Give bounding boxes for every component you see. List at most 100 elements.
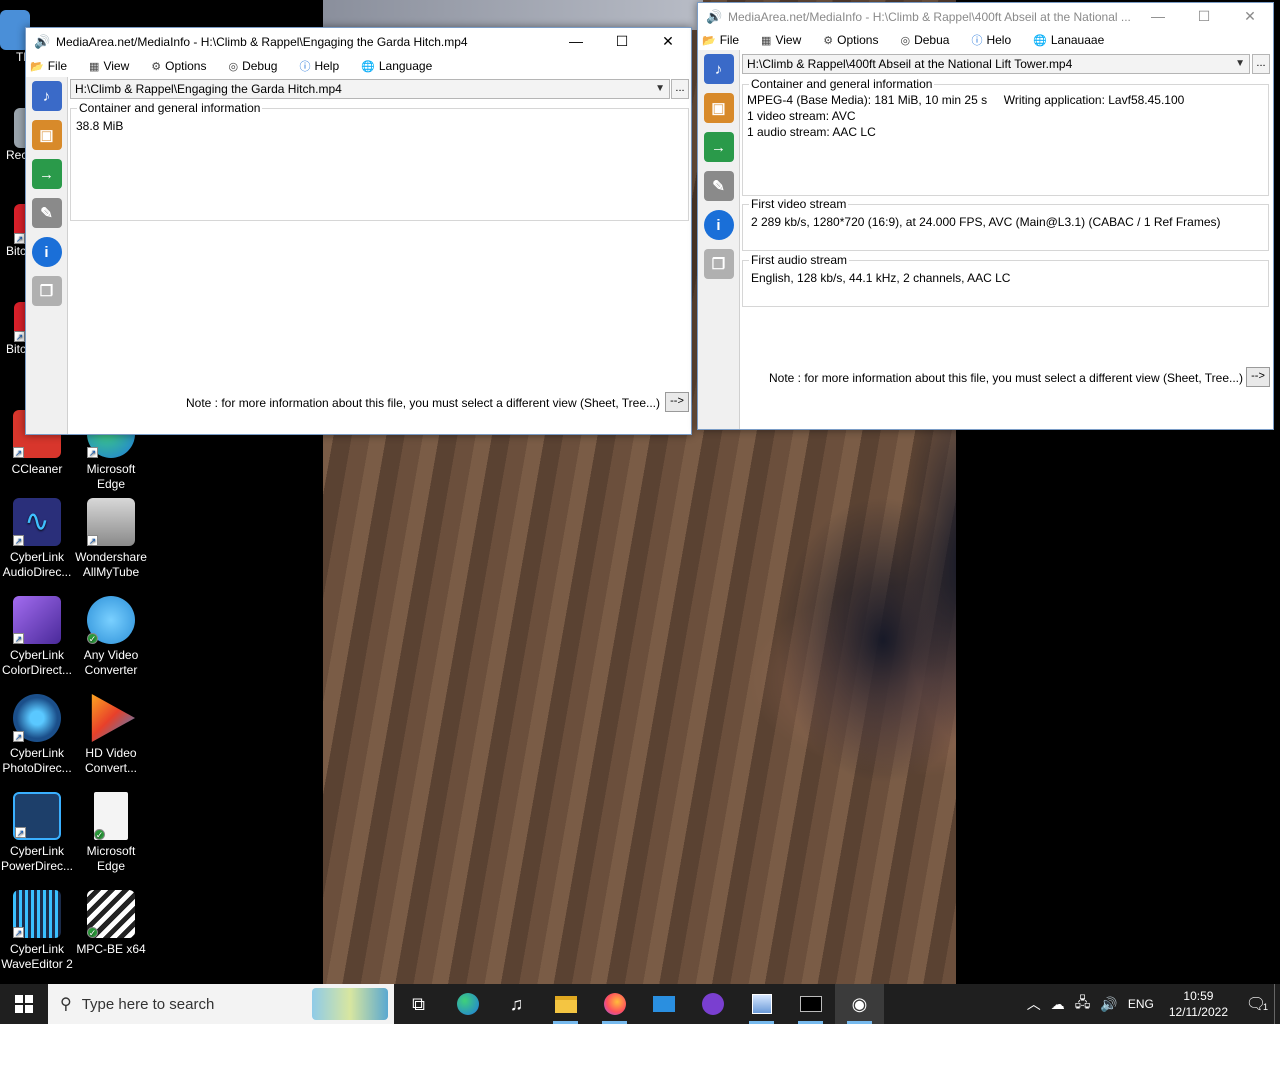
window-title: MediaArea.net/MediaInfo - H:\Climb & Rap… xyxy=(728,9,1131,24)
firefox-icon[interactable] xyxy=(590,984,639,1024)
show-desktop-button[interactable] xyxy=(1274,984,1280,1024)
open-folder-icon[interactable]: ▣ xyxy=(31,120,62,150)
general-info-title: Container and general information xyxy=(77,101,263,115)
more-button[interactable]: ... xyxy=(671,79,689,99)
desktop-icon-mpc-be[interactable]: ✓ MPC-BE x64 xyxy=(74,890,148,957)
knowledge-base-icon[interactable]: ❐ xyxy=(703,249,734,279)
terminal-icon[interactable] xyxy=(786,984,835,1024)
mediainfo-icon[interactable]: ◉ xyxy=(835,984,884,1024)
desktop-icon-colordirector[interactable]: ↗ CyberLink ColorDirect... xyxy=(0,596,74,678)
allmytube-icon: ↗ xyxy=(87,498,135,546)
notification-center-icon[interactable]: 🗨 1 xyxy=(1238,994,1274,1014)
menu-debug[interactable]: ◎ Debua xyxy=(900,33,949,47)
notification-count: 1 xyxy=(1262,1002,1268,1012)
open-folder-icon[interactable]: ▣ xyxy=(703,93,734,123)
clock[interactable]: 10:59 12/11/2022 xyxy=(1169,988,1228,1020)
photodirector-icon: ↗ xyxy=(13,694,61,742)
mediainfo-window-2[interactable]: 🔊 MediaArea.net/MediaInfo - H:\Climb & R… xyxy=(697,2,1274,430)
menu-file[interactable]: 📂 File xyxy=(702,33,739,47)
about-icon[interactable]: i xyxy=(31,237,62,267)
audio-stream-text: English, 128 kb/s, 44.1 kHz, 2 channels,… xyxy=(751,271,1011,285)
windows-logo-icon xyxy=(15,995,33,1013)
menu-help[interactable]: ⓘ Helo xyxy=(971,32,1011,48)
desktop-icon-waveeditor[interactable]: ↗ CyberLink WaveEditor 2 xyxy=(0,890,74,972)
chevron-up-icon[interactable]: ︿ xyxy=(1027,994,1041,1014)
file-menu-icon: 📂 xyxy=(30,60,44,73)
video-stream-group: First video stream 2 289 kb/s, 1280*720 … xyxy=(742,197,1269,251)
knowledge-base-icon[interactable]: ❐ xyxy=(31,276,62,306)
onedrive-icon[interactable]: ☁ xyxy=(1051,996,1065,1013)
preferences-icon[interactable]: ✎ xyxy=(31,198,62,228)
close-button[interactable]: ✕ xyxy=(1227,3,1273,30)
menu-view[interactable]: ▦ View xyxy=(761,33,801,47)
menu-debug[interactable]: ◎ Debug xyxy=(228,59,277,73)
help-menu-icon: ⓘ xyxy=(299,61,311,73)
open-file-icon[interactable]: ♪ xyxy=(31,81,62,111)
menu-language[interactable]: 🌐 Language xyxy=(361,59,432,73)
minimize-button[interactable]: — xyxy=(553,28,599,55)
music-icon[interactable]: ♫ xyxy=(492,984,541,1024)
network-icon[interactable]: 🖧 xyxy=(1075,992,1091,1016)
desktop-icon-photodirector[interactable]: ↗ CyberLink PhotoDirec... xyxy=(0,694,74,776)
menu-file[interactable]: 📂 File xyxy=(30,59,67,73)
chevron-down-icon: ▼ xyxy=(1235,58,1245,69)
desktop-icon-hd-video-converter[interactable]: HD Video Convert... xyxy=(74,694,148,776)
blank-document-icon: ✓ xyxy=(94,792,128,840)
desktop-icon-audiodirector[interactable]: ∿ ↗ CyberLink AudioDirec... xyxy=(0,498,74,580)
desktop-icon-any-video-converter[interactable]: ✓ Any Video Converter xyxy=(74,596,148,678)
debug-menu-icon: ◎ xyxy=(900,34,911,47)
maximize-button[interactable]: ☐ xyxy=(1181,3,1227,30)
title-bar[interactable]: 🔊 MediaArea.net/MediaInfo - H:\Climb & R… xyxy=(26,28,691,55)
menu-language[interactable]: 🌐 Lanauaae xyxy=(1033,33,1104,47)
language-menu-icon: 🌐 xyxy=(361,60,375,73)
maximize-button[interactable]: ☐ xyxy=(599,28,645,55)
volume-icon[interactable]: 🔊 xyxy=(1100,996,1117,1013)
search-icon: ⚲ xyxy=(60,996,72,1013)
desktop-icon-powerdirector[interactable]: ↗ CyberLink PowerDirec... xyxy=(0,792,74,874)
switch-view-button[interactable]: --> xyxy=(1246,367,1270,387)
more-button[interactable]: ... xyxy=(1252,54,1270,74)
menu-options[interactable]: ⚙ Options xyxy=(823,33,878,47)
desktop-icon-allmytube[interactable]: ↗ Wondershare AllMyTube xyxy=(74,498,148,580)
start-button[interactable] xyxy=(0,984,48,1024)
minimize-button[interactable]: — xyxy=(1135,3,1181,30)
file-selector[interactable]: H:\Climb & Rappel\400ft Abseil at the Na… xyxy=(742,54,1250,74)
menu-help[interactable]: ⓘ Help xyxy=(299,58,339,74)
export-icon[interactable]: → xyxy=(31,159,62,189)
language-menu-icon: 🌐 xyxy=(1033,34,1047,47)
title-bar[interactable]: 🔊 MediaArea.net/MediaInfo - H:\Climb & R… xyxy=(698,3,1273,30)
general-info-text: 38.8 MiB xyxy=(76,119,124,133)
switch-view-button[interactable]: --> xyxy=(665,392,689,412)
hd-video-converter-icon xyxy=(91,694,135,742)
about-icon[interactable]: i xyxy=(703,210,734,240)
desktop-icon-document[interactable]: ✓ Microsoft Edge xyxy=(74,792,148,874)
menu-bar: 📂 File ▦ View ⚙ Options ◎ Debua ⓘ Helo 🌐 Lanau… xyxy=(698,30,1273,50)
edge-icon[interactable] xyxy=(443,984,492,1024)
any-video-converter-icon: ✓ xyxy=(87,596,135,644)
taskbar-search[interactable]: ⚲ Type here to search xyxy=(48,984,394,1024)
file-explorer-icon[interactable] xyxy=(541,984,590,1024)
image-viewer-icon[interactable] xyxy=(737,984,786,1024)
file-selector[interactable]: H:\Climb & Rappel\Engaging the Garda Hit… xyxy=(70,79,670,99)
view-note: Note : for more information about this f… xyxy=(769,371,1243,385)
menu-view[interactable]: ▦ View xyxy=(89,59,129,73)
close-button[interactable]: ✕ xyxy=(645,28,691,55)
video-stream-text: 2 289 kb/s, 1280*720 (16:9), at 24.000 F… xyxy=(751,215,1221,229)
input-language[interactable]: ENG xyxy=(1128,997,1154,1011)
audio-stream-title: First audio stream xyxy=(749,253,850,267)
open-file-icon[interactable]: ♪ xyxy=(703,54,734,84)
export-icon[interactable]: → xyxy=(703,132,734,162)
video-stream-title: First video stream xyxy=(749,197,849,211)
file-menu-icon: 📂 xyxy=(702,34,716,47)
taskbar: ⚲ Type here to search ⧉ ♫ ◉ ︿ ☁ 🖧 🔊 ENG … xyxy=(0,984,1280,1024)
options-menu-icon: ⚙ xyxy=(823,34,834,47)
preferences-icon[interactable]: ✎ xyxy=(703,171,734,201)
general-info-text: MPEG-4 (Base Media): 181 MiB, 10 min 25 … xyxy=(747,93,1185,139)
menu-options[interactable]: ⚙ Options xyxy=(151,59,206,73)
general-info-title: Container and general information xyxy=(749,77,935,91)
mail-icon[interactable] xyxy=(639,984,688,1024)
chevron-down-icon: ▼ xyxy=(655,83,665,94)
media-app-icon[interactable] xyxy=(688,984,737,1024)
task-view-icon[interactable]: ⧉ xyxy=(394,984,443,1024)
mediainfo-window-1[interactable]: 🔊 MediaArea.net/MediaInfo - H:\Climb & R… xyxy=(25,27,692,435)
